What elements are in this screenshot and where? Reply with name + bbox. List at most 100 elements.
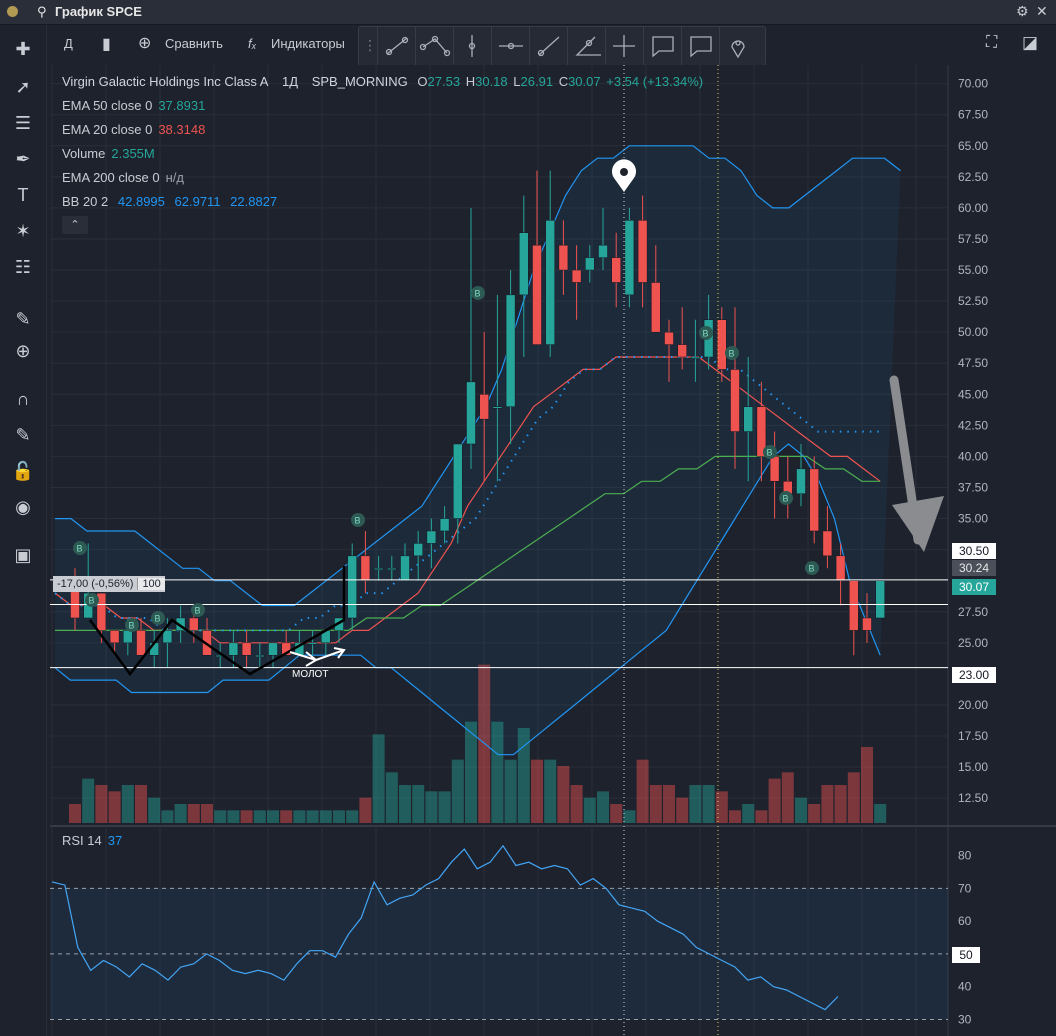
volume-bar: [649, 785, 662, 823]
volume-bar: [821, 785, 834, 823]
volume-bar: [385, 772, 398, 823]
legend-bb[interactable]: BB 20 2 42.8995 62.9711 22.8827: [62, 194, 283, 209]
volume-bar: [438, 791, 451, 823]
price-tick-label: 50.00: [958, 325, 988, 339]
collapse-legend-button[interactable]: ⌃: [62, 216, 88, 234]
price-tick-label: 20.00: [958, 698, 988, 712]
candle-body: [387, 568, 397, 571]
volume-bar: [187, 804, 200, 823]
volume-bar: [557, 766, 570, 823]
volume-bar: [729, 810, 741, 823]
legend-main: Virgin Galactic Holdings Inc Class A 1Д …: [62, 74, 709, 89]
rsi-value: 37: [107, 833, 123, 848]
candle-body: [453, 443, 463, 519]
price-tag-last-green: 30.07: [952, 579, 996, 595]
rsi-tick-label: 70: [958, 881, 972, 895]
volume-bar: [161, 810, 174, 823]
buy-signal-label: B: [89, 596, 95, 606]
candle-body: [571, 269, 582, 283]
volume-bar: [148, 797, 161, 823]
legend-rsi[interactable]: RSI 14 37: [62, 833, 128, 848]
candle-body: [677, 344, 687, 358]
candle-body: [136, 630, 146, 656]
volume-bar: [861, 747, 873, 823]
measure-bars: 100: [137, 578, 165, 590]
volume-bar: [95, 785, 108, 823]
candle-body: [809, 468, 819, 532]
candle-body: [611, 257, 621, 283]
candle-body: [651, 282, 661, 333]
price-tick-label: 35.00: [958, 512, 988, 526]
volume-bar: [531, 759, 543, 823]
price-tick-label: 60.00: [958, 201, 988, 215]
ema200-value: н/д: [165, 170, 184, 185]
candle-body: [743, 406, 753, 432]
rsi-pane: 807060504030: [50, 844, 972, 1026]
price-tag-last-grey: 30.24: [952, 560, 996, 576]
buy-signal-label: B: [783, 494, 789, 504]
legend-ema50[interactable]: EMA 50 close 0 37.8931: [62, 98, 211, 113]
volume-bar: [570, 785, 583, 823]
ohlc-open: O27.53: [417, 74, 461, 89]
candle-body: [426, 530, 437, 544]
buy-signal-label: B: [703, 329, 709, 339]
candle-body: [664, 331, 674, 345]
volume-value: 2.355M: [111, 146, 155, 161]
volume-bar: [583, 797, 596, 823]
legend-volume[interactable]: Volume 2.355M: [62, 146, 161, 161]
symbol-interval: 1Д: [282, 74, 299, 89]
volume-bar: [135, 785, 147, 823]
candle-body: [519, 232, 529, 296]
legend-ema20[interactable]: EMA 20 close 0 38.3148: [62, 122, 211, 137]
rsi-level-tag: 50: [952, 947, 980, 963]
candle-body: [545, 220, 555, 345]
price-tick-label: 65.00: [958, 139, 988, 153]
candle-body: [558, 244, 569, 271]
candle-body: [822, 530, 833, 557]
candle-body: [241, 642, 252, 656]
candle-body: [109, 630, 120, 644]
price-tag-level-high: 30.50: [952, 543, 996, 559]
candle-body: [123, 630, 133, 644]
price-tick-label: 55.00: [958, 263, 988, 277]
buy-signal-label: B: [129, 621, 135, 631]
volume-bar: [610, 804, 623, 823]
symbol-name[interactable]: Virgin Galactic Holdings Inc Class A: [62, 74, 268, 89]
buy-signal-label: B: [77, 544, 83, 554]
candle-body: [492, 406, 503, 409]
candle-body: [690, 356, 701, 359]
buy-signal-label: B: [195, 606, 201, 616]
volume-bar: [412, 785, 425, 823]
candle-body: [268, 642, 278, 656]
candle-body: [360, 555, 371, 581]
price-tick-label: 45.00: [958, 387, 988, 401]
price-tick-label: 37.50: [958, 480, 988, 494]
rsi-tick-label: 40: [958, 980, 972, 994]
volume-bar: [544, 759, 557, 823]
hammer-label: МОЛОТ: [292, 669, 328, 680]
volume-bar: [174, 804, 187, 823]
candle-body: [347, 555, 357, 619]
price-tick-label: 17.50: [958, 729, 988, 743]
legend-ema200[interactable]: EMA 200 close 0 н/д: [62, 170, 190, 185]
bb-basis-value: 42.8995: [117, 194, 165, 209]
volume-bar: [491, 721, 504, 823]
price-tick-label: 62.50: [958, 170, 988, 184]
candle-body: [228, 642, 239, 656]
price-tick-label: 57.50: [958, 232, 988, 246]
volume-bar: [636, 759, 649, 823]
buy-signal-label: B: [475, 289, 481, 299]
candle-body: [400, 555, 410, 581]
buy-signal-label: B: [155, 614, 161, 624]
candle-body: [413, 543, 423, 557]
volume-bar: [319, 810, 332, 823]
ohlc-change: +3.54 (+13.34%): [606, 74, 704, 89]
candle-body: [439, 518, 450, 532]
candle-body: [835, 555, 846, 581]
volume-bar: [597, 791, 609, 823]
volume-bar: [663, 785, 675, 823]
ema50-value: 37.8931: [158, 98, 206, 113]
candle-body: [373, 568, 384, 571]
candle-body: [162, 630, 173, 644]
candle-body: [717, 319, 727, 370]
